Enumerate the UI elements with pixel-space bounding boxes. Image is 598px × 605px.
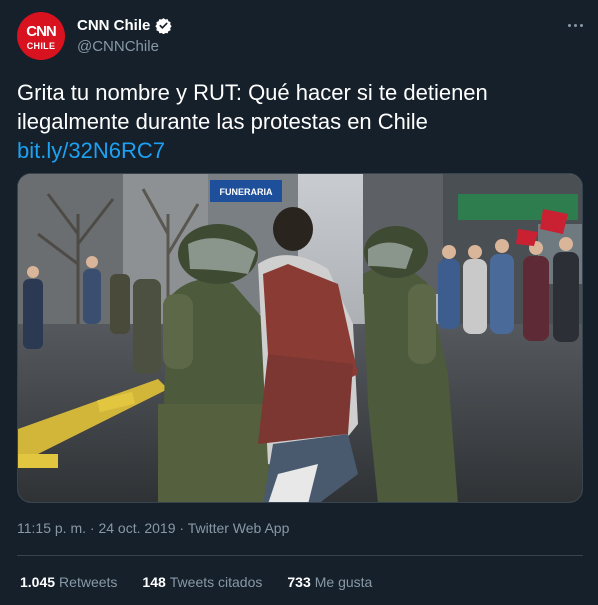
tweet-text: Grita tu nombre y RUT: Qué hacer si te d… bbox=[17, 80, 488, 134]
retweets-label: Retweets bbox=[59, 574, 118, 590]
avatar-logo-text: CNN bbox=[26, 23, 56, 40]
tweet-card: CNN CHILE CNN Chile @CNNChile Grita tu n… bbox=[0, 0, 598, 605]
protest-photo-image: FUNERARIA bbox=[18, 174, 582, 502]
likes-count: 733 bbox=[287, 574, 311, 590]
quote-tweets-stat[interactable]: 148 Tweets citados bbox=[142, 574, 262, 590]
likes-stat[interactable]: 733 Me gusta bbox=[287, 574, 372, 590]
tweet-timestamp[interactable]: 11:15 p. m. · 24 oct. 2019 · Twitter Web… bbox=[17, 520, 289, 536]
display-name[interactable]: CNN Chile bbox=[77, 17, 150, 34]
tweet-stats: 1.045 Retweets 148 Tweets citados 733 Me gu… bbox=[20, 574, 372, 590]
avatar[interactable]: CNN CHILE bbox=[17, 12, 65, 60]
verified-badge-icon bbox=[155, 18, 172, 34]
account-handle[interactable]: @CNNChile bbox=[77, 38, 159, 55]
funeraria-sign-text: FUNERARIA bbox=[220, 187, 273, 197]
stats-top-divider bbox=[17, 555, 583, 556]
account-name-row: CNN Chile bbox=[77, 17, 172, 34]
tweet-photo[interactable]: FUNERARIA bbox=[17, 173, 583, 503]
quotes-count: 148 bbox=[142, 574, 166, 590]
tweet-text-block: Grita tu nombre y RUT: Qué hacer si te d… bbox=[17, 78, 577, 165]
avatar-logo-subtext: CHILE bbox=[26, 41, 56, 51]
likes-label: Me gusta bbox=[314, 574, 373, 590]
more-options-icon[interactable] bbox=[564, 14, 586, 36]
tweet-link[interactable]: bit.ly/32N6RC7 bbox=[17, 136, 577, 165]
retweets-stat[interactable]: 1.045 Retweets bbox=[20, 574, 117, 590]
quotes-label: Tweets citados bbox=[169, 574, 263, 590]
retweets-count: 1.045 bbox=[20, 574, 56, 590]
